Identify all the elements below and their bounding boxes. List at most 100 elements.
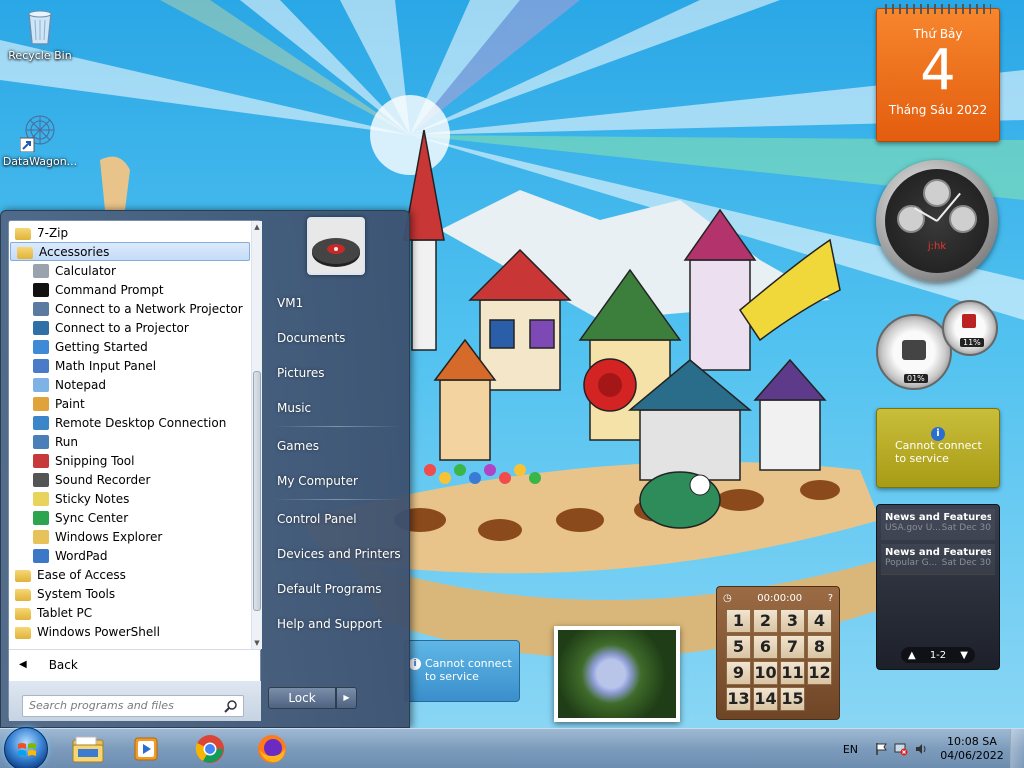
pictures-link[interactable]: Pictures [269, 355, 405, 390]
program-item[interactable]: Command Prompt [9, 280, 251, 299]
puzzle-tile[interactable]: 6 [753, 635, 778, 659]
start-button[interactable] [4, 727, 48, 768]
program-label: Remote Desktop Connection [55, 415, 227, 430]
devices-and-printers-link[interactable]: Devices and Printers [269, 536, 405, 571]
puzzle-tile[interactable]: 12 [807, 661, 832, 685]
chrome-icon [195, 735, 224, 763]
puzzle-tile[interactable]: 7 [780, 635, 805, 659]
program-item[interactable]: Connect to a Projector [9, 318, 251, 337]
help-and-support-link[interactable]: Help and Support [269, 606, 405, 641]
user-folder-link[interactable]: VM1 [269, 285, 405, 320]
puzzle-tile[interactable]: 15 [780, 687, 805, 711]
cpu-meter-gadget[interactable]: 01% 11% [876, 300, 1000, 392]
datawagon-shortcut[interactable]: DataWagon... [0, 112, 80, 168]
puzzle-tile[interactable]: 1 [726, 609, 751, 633]
next-page-icon[interactable]: ▼ [960, 650, 968, 661]
shutdown-options-arrow[interactable]: ▶ [336, 687, 357, 709]
weather-gadget[interactable]: i Cannot connect to service [876, 408, 1000, 488]
documents-link[interactable]: Documents [269, 320, 405, 355]
language-indicator[interactable]: EN [843, 743, 858, 756]
scroll-up-icon[interactable]: ▲ [252, 221, 262, 233]
puzzle-empty-slot[interactable] [807, 687, 832, 711]
puzzle-tile[interactable]: 13 [726, 687, 751, 711]
programs-scrollbar[interactable]: ▲ ▼ [251, 221, 262, 649]
program-folder[interactable]: Accessories [10, 242, 250, 261]
program-item[interactable]: Paint [9, 394, 251, 413]
puzzle-tile[interactable]: 14 [753, 687, 778, 711]
program-item[interactable]: Math Input Panel [9, 356, 251, 375]
puzzle-tile[interactable]: 3 [780, 609, 805, 633]
puzzle-tile[interactable]: 10 [753, 661, 778, 685]
program-item[interactable]: Notepad [9, 375, 251, 394]
calendar-gadget[interactable]: Thứ Bảy 4 Tháng Sáu 2022 [876, 4, 1000, 142]
chrome-button[interactable] [184, 731, 236, 767]
control-panel-link[interactable]: Control Panel [269, 501, 405, 536]
weather-gadget-small[interactable]: i Cannot connect to service [404, 640, 520, 702]
program-label: 7-Zip [37, 225, 69, 240]
search-programs-input[interactable]: Search programs and files [22, 695, 244, 717]
slideshow-gadget[interactable] [554, 626, 680, 722]
program-folder[interactable]: 7-Zip [9, 223, 251, 242]
program-item[interactable]: Remote Desktop Connection [9, 413, 251, 432]
program-item[interactable]: Snipping Tool [9, 451, 251, 470]
program-item[interactable]: Calculator [9, 261, 251, 280]
program-folder[interactable]: System Tools [9, 584, 251, 603]
default-programs-link[interactable]: Default Programs [269, 571, 405, 606]
documents-label: Documents [277, 330, 346, 345]
program-item[interactable]: Run [9, 432, 251, 451]
help-icon[interactable]: ? [828, 593, 833, 604]
clock-gadget[interactable]: j:hk [876, 160, 998, 282]
program-label: Run [55, 434, 79, 449]
file-explorer-button[interactable] [62, 731, 114, 767]
firefox-button[interactable] [246, 731, 298, 767]
action-center-flag-icon[interactable] [874, 742, 888, 756]
program-item[interactable]: Sound Recorder [9, 470, 251, 489]
user-account-picture[interactable] [307, 217, 365, 275]
program-label: Sync Center [55, 510, 129, 525]
scroll-down-icon[interactable]: ▼ [252, 637, 262, 649]
program-item[interactable]: Getting Started [9, 337, 251, 356]
notepad-icon [33, 377, 49, 392]
puzzle-tile[interactable]: 5 [726, 635, 751, 659]
devices-and-printers-label: Devices and Printers [277, 546, 401, 561]
microphone-icon [33, 472, 49, 487]
calendar-rings [885, 4, 991, 14]
media-player-icon [134, 737, 158, 761]
search-placeholder: Search programs and files [29, 699, 174, 712]
puzzle-tile[interactable]: 11 [780, 661, 805, 685]
network-warning-icon[interactable] [894, 742, 908, 756]
back-button[interactable]: ◀ Back [9, 649, 261, 679]
puzzle-tile[interactable]: 9 [726, 661, 751, 685]
program-folder[interactable]: Windows PowerShell [9, 622, 251, 641]
previous-page-icon[interactable]: ▲ [908, 650, 916, 661]
recycle-bin-shortcut[interactable]: Recycle Bin [0, 6, 80, 62]
my-computer-link[interactable]: My Computer [269, 463, 405, 498]
program-label: System Tools [37, 586, 116, 601]
program-folder[interactable]: Tablet PC [9, 603, 251, 622]
lock-button[interactable]: Lock [268, 687, 336, 709]
search-icon[interactable] [224, 699, 238, 713]
pictures-label: Pictures [277, 365, 325, 380]
show-desktop-button[interactable] [1010, 729, 1024, 768]
news-item[interactable]: News and Features f... USA.gov U...Sat D… [881, 509, 995, 540]
program-item[interactable]: WordPad [9, 546, 251, 565]
games-link[interactable]: Games [269, 428, 405, 463]
media-player-button[interactable] [120, 731, 172, 767]
program-folder[interactable]: Ease of Access [9, 565, 251, 584]
scroll-thumb[interactable] [253, 371, 261, 611]
datawagon-label: DataWagon... [2, 155, 78, 168]
puzzle-tile[interactable]: 2 [753, 609, 778, 633]
puzzle-tile[interactable]: 4 [807, 609, 832, 633]
program-item[interactable]: Windows Explorer [9, 527, 251, 546]
program-item[interactable]: Connect to a Network Projector [9, 299, 251, 318]
program-item[interactable]: Sync Center [9, 508, 251, 527]
news-feed-gadget[interactable]: News and Features f... USA.gov U...Sat D… [876, 504, 1000, 670]
music-link[interactable]: Music [269, 390, 405, 425]
picture-puzzle-gadget[interactable]: ◷ 00:00:00 ? 1 2 3 4 5 6 7 8 9 10 11 12 13 14 15 [716, 586, 840, 720]
getting-started-icon [33, 339, 49, 354]
news-item[interactable]: News and Features f... Popular G...Sat D… [881, 544, 995, 575]
program-item[interactable]: Sticky Notes [9, 489, 251, 508]
puzzle-tile[interactable]: 8 [807, 635, 832, 659]
taskbar-clock[interactable]: 10:08 SA 04/06/2022 [940, 735, 1004, 763]
volume-icon[interactable] [914, 742, 928, 756]
